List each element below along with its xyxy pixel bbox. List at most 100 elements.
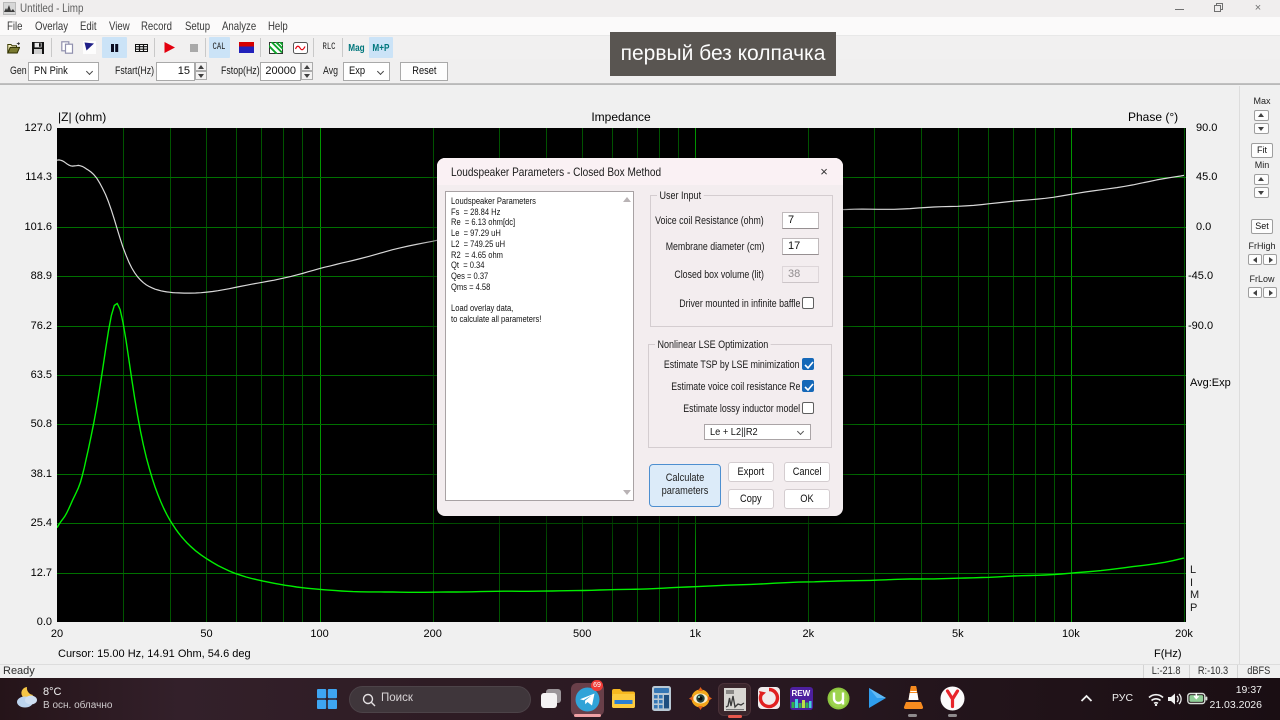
results-textarea[interactable]: Loudspeaker Parameters Fs = 28.84 Hz Re … (444, 191, 634, 501)
frhigh-right-button[interactable] (1263, 254, 1277, 265)
window-title: Untitled - Limp (20, 1, 84, 15)
voice-coil-input[interactable]: 7 (782, 212, 819, 229)
flag-button[interactable] (81, 37, 97, 58)
fstart-label: Fstart(Hz) (115, 65, 155, 77)
min-up-button[interactable] (1254, 174, 1269, 185)
wifi-icon[interactable] (1148, 693, 1164, 706)
mag-button[interactable]: Mag (347, 37, 365, 58)
dialog-title-bar[interactable]: Loudspeaker Parameters - Closed Box Meth… (437, 158, 843, 185)
x-tick-label: 100 (310, 628, 329, 640)
set-button[interactable]: Set (1251, 219, 1273, 234)
menu-analyze[interactable]: Analyze (222, 17, 256, 36)
menu-view[interactable]: View (109, 17, 130, 36)
stop-button[interactable] (185, 37, 202, 58)
tray-date[interactable]: 21.03.2026 (1209, 699, 1262, 711)
iobit-button[interactable] (758, 687, 780, 709)
frhigh-left-button[interactable] (1248, 254, 1262, 265)
menu-help[interactable]: Help (268, 17, 288, 36)
telegram-button[interactable]: 69 (571, 680, 604, 717)
calculate-parameters-button[interactable]: Calculate parameters (648, 464, 721, 507)
max-up-button[interactable] (1254, 110, 1269, 121)
membrane-input[interactable]: 17 (782, 238, 819, 255)
menu-edit[interactable]: Edit (80, 17, 97, 36)
search-input[interactable]: Поиск (349, 686, 531, 713)
play-button[interactable] (161, 37, 178, 58)
tray-expand-icon[interactable] (1080, 694, 1093, 703)
flag-red-blue-button[interactable] (238, 37, 254, 58)
minimize-button[interactable] (1163, 0, 1197, 17)
lossy-checkbox[interactable] (802, 402, 814, 414)
min-down-button[interactable] (1254, 187, 1269, 198)
frlow-right-button[interactable] (1263, 287, 1277, 298)
close-button[interactable]: × (1241, 0, 1275, 17)
fstart-input[interactable]: 15 (156, 62, 195, 81)
maximize-button[interactable] (1201, 0, 1235, 17)
yandex-button[interactable] (940, 686, 965, 711)
weather-temperature[interactable]: 8°C (43, 686, 61, 698)
menu-record[interactable]: Record (141, 17, 172, 36)
phase-tick-label: 45.0 (1196, 171, 1218, 184)
re-checkbox[interactable] (802, 380, 814, 392)
overlay-pattern-button[interactable] (268, 37, 283, 58)
tray-time[interactable]: 19:37 (1236, 684, 1262, 696)
fstart-spinner[interactable] (195, 62, 207, 81)
cal-button[interactable]: CAL (209, 37, 230, 58)
copy-button[interactable] (59, 37, 76, 58)
fstop-spinner[interactable] (301, 62, 313, 81)
reset-button[interactable]: Reset (400, 62, 448, 81)
media-player-button[interactable] (866, 687, 888, 709)
cancel-button[interactable]: Cancel (784, 462, 830, 482)
viewer-button[interactable] (689, 687, 712, 710)
utorrent-button[interactable] (827, 687, 850, 710)
weather-description[interactable]: В осн. облачно (43, 700, 112, 711)
save-button[interactable] (29, 37, 46, 58)
gen-label: Gen (10, 65, 27, 77)
mp-button[interactable]: M+P (369, 37, 393, 58)
menu-file[interactable]: File (7, 17, 22, 36)
battery-icon[interactable] (1187, 692, 1208, 705)
menu-setup[interactable]: Setup (185, 17, 210, 36)
gen-combobox[interactable]: PN Pink (28, 62, 99, 81)
pause-icon (111, 43, 119, 52)
language-indicator[interactable]: РУС (1112, 692, 1133, 704)
pause-button[interactable] (102, 37, 127, 58)
volume-icon[interactable] (1167, 692, 1183, 706)
closed-box-label: Closed box volume (lit) (674, 269, 765, 281)
limp-taskbar-button[interactable] (718, 683, 751, 718)
taskbar: 8°C В осн. облачно Поиск 69 REW РУС 19:3… (0, 678, 1280, 720)
menu-overlay[interactable]: Overlay (35, 17, 68, 36)
max-down-button[interactable] (1254, 123, 1269, 134)
avg-label: Avg (323, 65, 339, 77)
frlow-left-button[interactable] (1248, 287, 1262, 298)
phase-tick-label: -45.0 (1188, 270, 1214, 283)
open-button[interactable] (5, 37, 22, 58)
tsp-label: Estimate TSP by LSE minimization (664, 359, 800, 371)
calculator-button[interactable] (652, 686, 671, 711)
avg-combobox[interactable]: Exp (343, 62, 390, 81)
x-tick-label: 200 (423, 628, 442, 640)
level-unit: dBFS (1237, 665, 1280, 679)
z-tick-label: 101.6 (24, 220, 52, 233)
start-button[interactable] (317, 689, 337, 709)
vlc-button[interactable] (902, 686, 925, 710)
rew-button[interactable]: REW (790, 687, 813, 710)
z-tick-label: 12.7 (30, 566, 52, 579)
sine-generator-button[interactable] (292, 37, 308, 58)
copy-button[interactable]: Copy (728, 489, 774, 509)
scroll-up-icon[interactable] (622, 197, 631, 202)
lossy-label: Estimate lossy inductor model (683, 403, 800, 415)
fit-button[interactable]: Fit (1251, 143, 1273, 158)
inductor-model-combobox[interactable]: Le + L2||R2 (704, 424, 811, 440)
ok-button[interactable]: OK (784, 489, 830, 509)
dialog-close-button[interactable]: × (815, 163, 833, 181)
max-label: Max (1253, 96, 1271, 106)
table-button[interactable] (133, 37, 150, 58)
baffle-checkbox[interactable] (802, 297, 814, 309)
task-view-button[interactable] (541, 689, 562, 709)
tsp-checkbox[interactable] (802, 358, 814, 370)
fstop-input[interactable]: 20000 (260, 62, 301, 81)
explorer-button[interactable] (611, 688, 636, 709)
export-button[interactable]: Export (728, 462, 774, 482)
rlc-button[interactable]: RLC (318, 37, 340, 58)
scroll-down-icon[interactable] (622, 490, 631, 495)
